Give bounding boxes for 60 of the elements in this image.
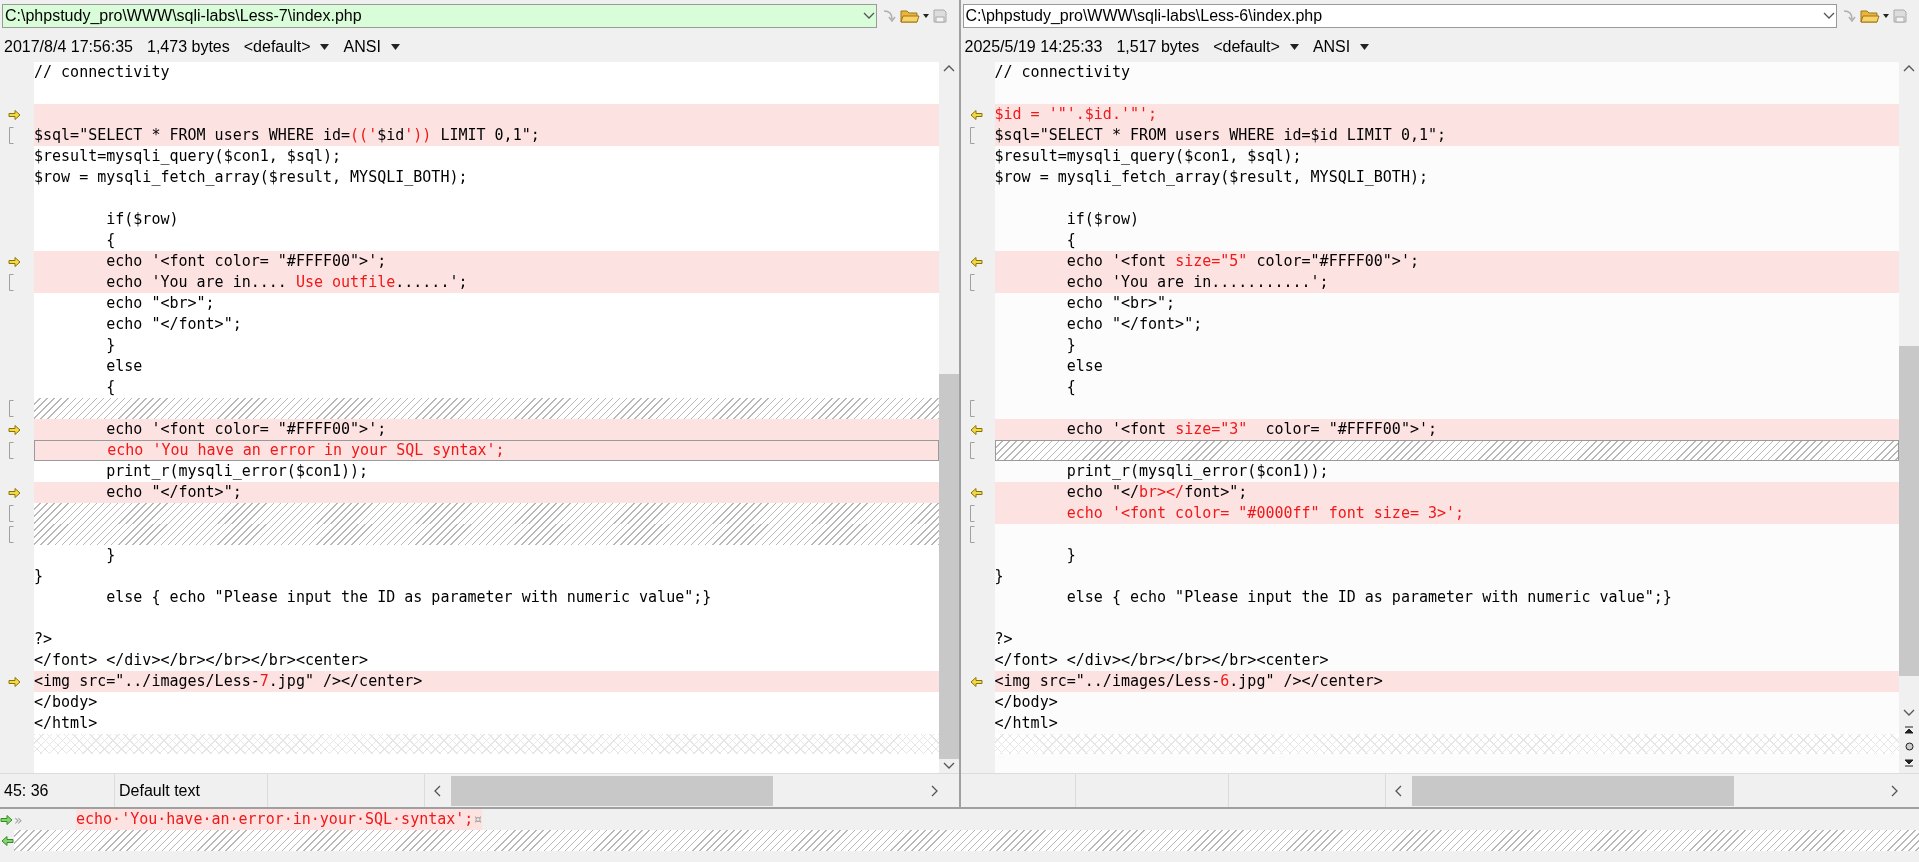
file-size: 1,473 bytes (147, 37, 230, 56)
caret-icon[interactable] (1289, 43, 1299, 50)
code-line: else { echo "Please input the ID as parameter with numeric value";} (105, 587, 713, 608)
code-line: } (105, 545, 117, 566)
code-line: // connectivity (994, 62, 1131, 83)
encoding-dropdown[interactable]: ANSI (343, 37, 381, 56)
code-line: else (105, 356, 144, 377)
code-line: </font> </div></br></br></br><center> (34, 650, 370, 671)
code-line: } (1065, 335, 1077, 356)
code-line: { (105, 230, 117, 251)
code-line: } (1065, 545, 1077, 566)
code-line: } (34, 566, 45, 587)
caret-icon[interactable] (1360, 43, 1370, 50)
codepage-dropdown[interactable]: <default> (243, 37, 311, 56)
encoding-dropdown[interactable]: ANSI (1312, 37, 1351, 56)
code-line: else (1065, 356, 1104, 377)
code-line: </body> (994, 692, 1059, 713)
code-line: </html> (994, 713, 1059, 734)
code-line: { (105, 377, 117, 398)
code-line: if($row) (1065, 209, 1140, 230)
scroll-thumb[interactable] (938, 374, 959, 759)
code-line: </font> </div></br></br></br><center> (994, 650, 1330, 671)
code-line: if($row) (105, 209, 180, 230)
circle-icon[interactable] (1904, 742, 1914, 751)
caret-icon[interactable] (922, 13, 929, 18)
file-date: 2025/5/19 14:25:33 (964, 37, 1103, 56)
caret-icon[interactable] (390, 43, 400, 50)
code-line: $row = mysqli_fetch_array($result, MYSQLI_BOTH); (34, 167, 469, 188)
code-line: { (1065, 377, 1077, 398)
file-size: 1,517 bytes (1116, 37, 1200, 56)
code-line: echo "</font>"; (105, 314, 243, 335)
code-line: </html> (34, 713, 99, 734)
code-line: $result=mysqli_query($con1, $sql); (994, 146, 1303, 167)
code-line: </body> (34, 692, 99, 713)
code-line: print_r(mysqli_error($con1)); (105, 461, 370, 482)
codepage-dropdown[interactable]: <default> (1213, 37, 1280, 56)
code-line: echo "</font>"; (1065, 314, 1204, 335)
scroll-thumb[interactable] (1411, 775, 1734, 806)
caret-icon[interactable] (320, 43, 330, 50)
scroll-thumb[interactable] (1899, 346, 1919, 676)
tab-mark: » (14, 811, 24, 828)
code-line: ?> (34, 629, 54, 650)
previous-icon[interactable] (1905, 726, 1913, 734)
code-line: $row = mysqli_fetch_array($result, MYSQLI_BOTH); (994, 167, 1429, 188)
code-line: else { echo "Please input the ID as parameter with numeric value";} (1065, 587, 1673, 608)
code-line: } (105, 335, 117, 356)
code-line: ?> (994, 629, 1014, 650)
next-icon[interactable] (1905, 759, 1913, 767)
scroll-thumb[interactable] (451, 775, 773, 806)
code-line: { (1065, 230, 1077, 251)
code-line: $result=mysqli_query($con1, $sql); (34, 146, 343, 167)
code-line: // connectivity (34, 62, 171, 83)
code-line: echo "<br>"; (1065, 293, 1177, 314)
path-combobox[interactable]: C:\phpstudy_pro\WWW\sqli-labs\Less-6\index.php (962, 3, 1837, 28)
code-line: } (994, 566, 1005, 587)
path-combobox[interactable]: C:\phpstudy_pro\WWW\sqli-labs\Less-7\index.php (2, 3, 877, 28)
file-date: 2017/8/4 17:56:35 (4, 37, 133, 56)
code-line: echo "<br>"; (105, 293, 216, 314)
code-line: print_r(mysqli_error($con1)); (1065, 461, 1330, 482)
caret-icon[interactable] (1883, 13, 1889, 18)
